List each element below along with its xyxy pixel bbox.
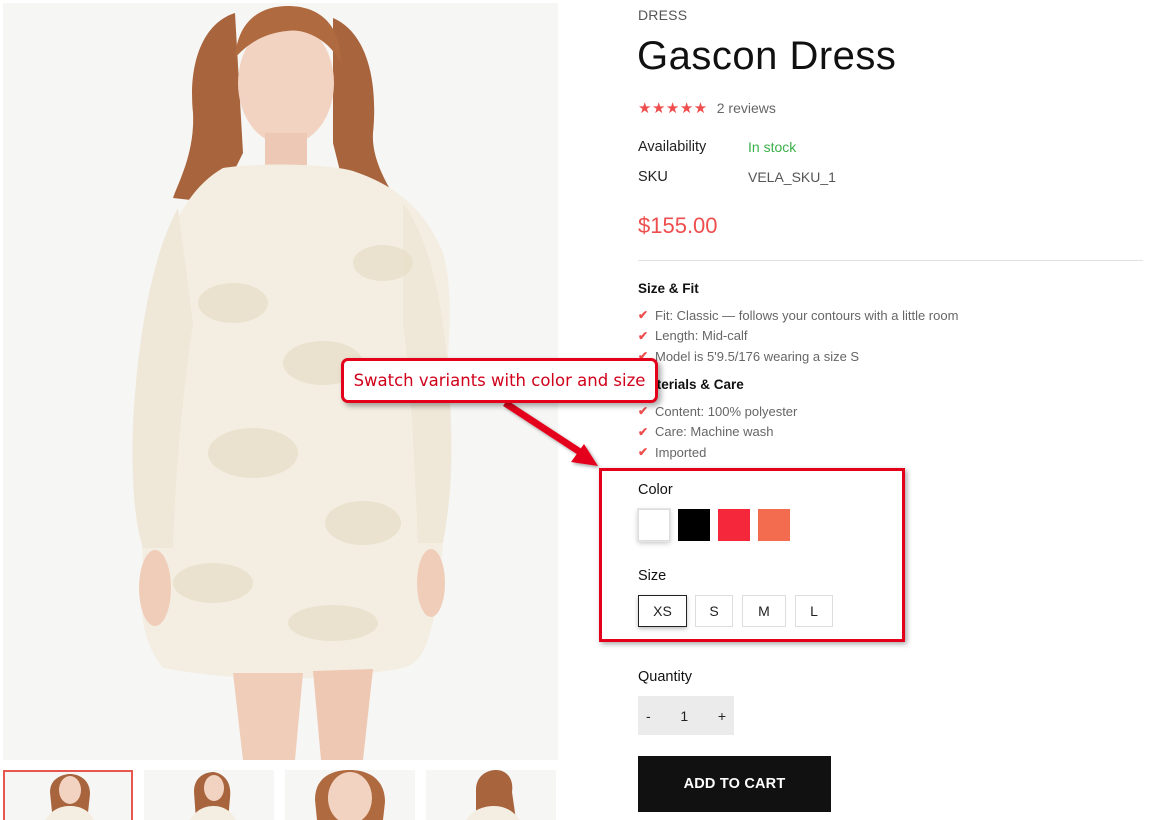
annotation-callout: Swatch variants with color and size	[341, 358, 658, 403]
check-icon: ✔	[638, 445, 649, 460]
product-category[interactable]: DRESS	[638, 7, 687, 23]
rating-stars-icon: ★★★★★	[638, 100, 708, 117]
list-item: ✔ Length: Mid-calf	[638, 328, 748, 344]
thumbnail-4[interactable]	[426, 770, 556, 820]
thumbnail-3[interactable]	[285, 770, 415, 820]
product-rating: ★★★★★ 2 reviews	[638, 99, 776, 117]
divider	[638, 260, 1143, 261]
thumbnail-photo	[466, 770, 520, 820]
check-icon: ✔	[638, 424, 649, 439]
check-icon: ✔	[638, 404, 649, 419]
thumbnail-photo	[190, 772, 236, 820]
annotation-highlight-box	[599, 468, 905, 642]
list-item: ✔ Model is 5'9.5/176 wearing a size S	[638, 348, 860, 364]
quantity-increase-button[interactable]: +	[718, 708, 726, 724]
thumbnail-2[interactable]	[144, 770, 274, 820]
list-item: ✔ Imported	[638, 444, 707, 460]
size-fit-list: ✔ Fit: Classic — follows your contours wi…	[638, 305, 958, 367]
sku-label: SKU	[638, 169, 668, 185]
materials-list: ✔ Content: 100% polyester ✔ Care: Machine …	[638, 401, 797, 463]
availability-value: In stock	[748, 139, 797, 155]
thumbnail-strip	[3, 770, 558, 820]
thumbnail-photo	[46, 774, 94, 820]
reviews-link[interactable]: 2 reviews	[717, 100, 776, 116]
product-price: $155.00	[638, 213, 718, 238]
list-item: ✔ Care: Machine wash	[638, 424, 774, 440]
thumbnail-1[interactable]	[3, 770, 133, 820]
check-icon: ✔	[638, 328, 649, 343]
sku-value: VELA_SKU_1	[748, 169, 836, 185]
size-fit-heading: Size & Fit	[638, 281, 699, 296]
thumbnail-photo	[315, 770, 385, 820]
quantity-label: Quantity	[638, 669, 692, 685]
quantity-stepper: - 1 +	[638, 696, 734, 735]
quantity-input[interactable]: 1	[680, 708, 688, 724]
add-to-cart-button[interactable]: ADD TO CART	[638, 756, 831, 812]
product-title: Gascon Dress	[637, 34, 897, 78]
list-item: ✔ Fit: Classic — follows your contours wi…	[638, 307, 959, 323]
quantity-decrease-button[interactable]: -	[646, 708, 651, 724]
check-icon: ✔	[638, 308, 649, 323]
availability-label: Availability	[638, 139, 707, 155]
list-item: ✔ Content: 100% polyester	[638, 403, 798, 419]
